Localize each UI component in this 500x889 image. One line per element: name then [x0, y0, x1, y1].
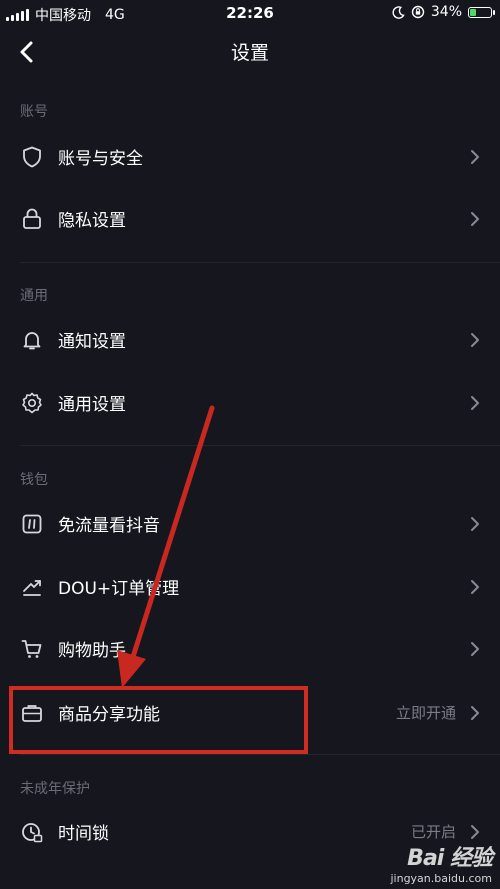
chevron-right-icon [471, 396, 479, 410]
battery-percent: 34% [430, 4, 462, 20]
row-notifications[interactable]: 通知设置 [0, 309, 500, 371]
row-privacy[interactable]: 隐私设置 [0, 188, 500, 250]
row-free-data[interactable]: 免流量看抖音 [0, 493, 500, 555]
cart-icon [21, 640, 42, 658]
section-header-wallet: 钱包 [20, 472, 48, 488]
chevron-right-icon [471, 642, 479, 656]
row-value: 已开启 [410, 823, 456, 841]
chevron-right-icon [471, 580, 479, 594]
trend-up-icon [23, 580, 41, 596]
row-shopping-assistant[interactable]: 购物助手 [0, 618, 500, 680]
row-label: 通知设置 [58, 332, 126, 352]
chevron-right-icon [471, 706, 479, 720]
chevron-right-icon [471, 825, 479, 839]
gear-icon [22, 392, 42, 414]
row-label: 账号与安全 [58, 149, 143, 169]
row-label: 通用设置 [58, 395, 126, 415]
bell-icon [23, 332, 41, 350]
row-account-security[interactable]: 账号与安全 [0, 126, 500, 188]
row-label: 隐私设置 [58, 211, 126, 231]
section-header-account: 账号 [20, 104, 48, 120]
time-lock-icon [22, 823, 43, 843]
section-divider [20, 445, 500, 446]
nav-bar: 设置 [0, 28, 500, 74]
section-divider [20, 754, 500, 755]
page-title: 设置 [230, 42, 269, 64]
row-general-settings[interactable]: 通用设置 [0, 372, 500, 434]
row-value: 立即开通 [395, 704, 456, 722]
row-dou-orders[interactable]: DOU+订单管理 [0, 556, 500, 618]
battery-icon [468, 6, 495, 18]
section-header-general: 通用 [20, 288, 48, 304]
row-label: DOU+订单管理 [58, 579, 180, 599]
moon-icon [392, 5, 405, 19]
section-header-minor-protection: 未成年保护 [20, 781, 90, 797]
row-label: 购物助手 [58, 641, 126, 661]
status-right: 34% [392, 4, 495, 20]
chevron-right-icon [471, 333, 479, 347]
watermark-brand: Bai 经验 [407, 846, 493, 871]
row-label: 时间锁 [58, 824, 109, 844]
battery-fill [470, 8, 476, 16]
chevron-right-icon [471, 150, 479, 164]
rotation-lock-icon [411, 5, 425, 19]
row-label: 免流量看抖音 [58, 516, 160, 536]
shield-icon [23, 146, 41, 168]
section-divider [20, 262, 500, 263]
lock-icon [23, 208, 41, 229]
chevron-right-icon [471, 517, 479, 531]
watermark-site: jingyan.baidu.com [390, 872, 492, 885]
data-card-icon [22, 514, 42, 534]
highlight-box [9, 686, 308, 754]
status-bar: 中国移动 4G 22:26 34% [0, 0, 500, 28]
baidu-watermark: Bai 经验 jingyan.baidu.com [390, 840, 493, 885]
chevron-right-icon [471, 212, 479, 226]
